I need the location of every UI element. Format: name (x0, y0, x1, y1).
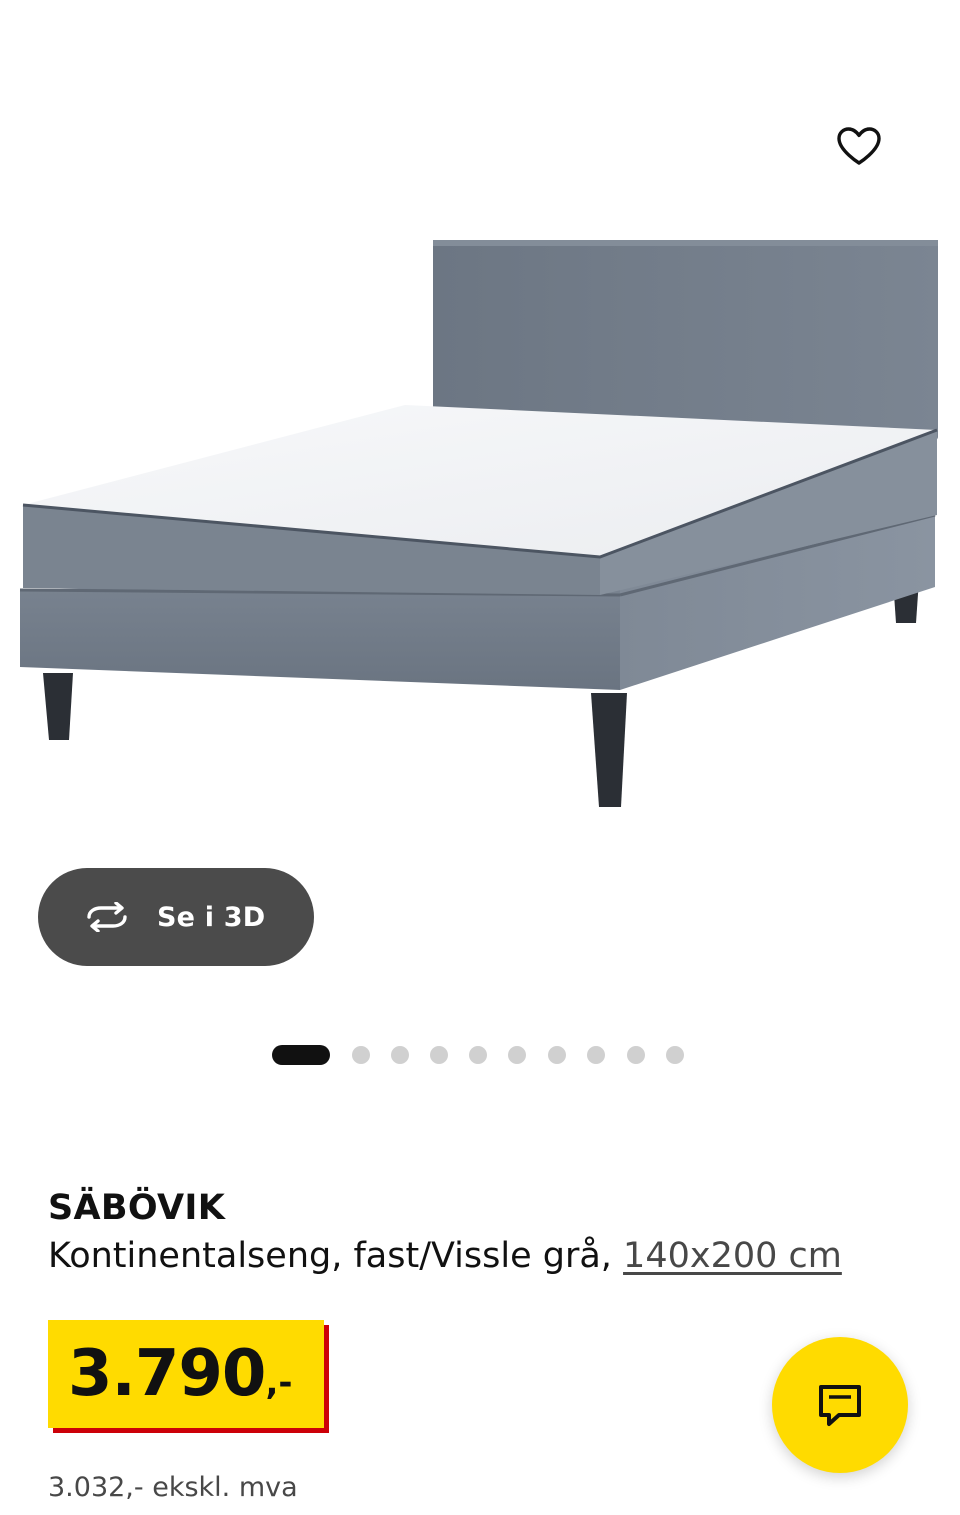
carousel-dot[interactable] (352, 1046, 370, 1064)
carousel-dot[interactable] (430, 1046, 448, 1064)
carousel-dot[interactable] (508, 1046, 526, 1064)
heart-outline-icon (837, 127, 881, 165)
carousel-dot[interactable] (587, 1046, 605, 1064)
carousel-dot[interactable] (548, 1046, 566, 1064)
view-in-3d-button[interactable]: Se i 3D (38, 868, 314, 966)
view-in-3d-label: Se i 3D (157, 901, 266, 933)
product-gallery[interactable]: Se i 3D (0, 0, 960, 1065)
price-excluding-vat: 3.032,- ekskl. mva (48, 1472, 298, 1503)
product-size-link[interactable]: 140x200 cm (623, 1236, 842, 1276)
favourite-button[interactable] (828, 118, 890, 174)
product-description: Kontinentalseng, fast/Vissle grå, 140x20… (48, 1236, 842, 1276)
product-name: SÄBÖVIK (48, 1188, 226, 1228)
carousel-dot-active[interactable] (272, 1045, 330, 1065)
price-value: 3.790 (68, 1337, 266, 1411)
bed-illustration (19, 240, 938, 807)
chat-bubble-icon (819, 1385, 861, 1426)
carousel-dot[interactable] (627, 1046, 645, 1064)
rotate-3d-icon (81, 902, 133, 932)
chat-button[interactable] (772, 1337, 908, 1473)
carousel-dot[interactable] (666, 1046, 684, 1064)
carousel-dot[interactable] (469, 1046, 487, 1064)
product-image[interactable] (15, 95, 945, 865)
product-description-text: Kontinentalseng, fast/Vissle grå, (48, 1236, 624, 1276)
carousel-dot[interactable] (391, 1046, 409, 1064)
price-tag: 3.790 ,- (48, 1320, 324, 1428)
carousel-pagination (0, 1045, 960, 1065)
price-suffix: ,- (265, 1363, 293, 1403)
